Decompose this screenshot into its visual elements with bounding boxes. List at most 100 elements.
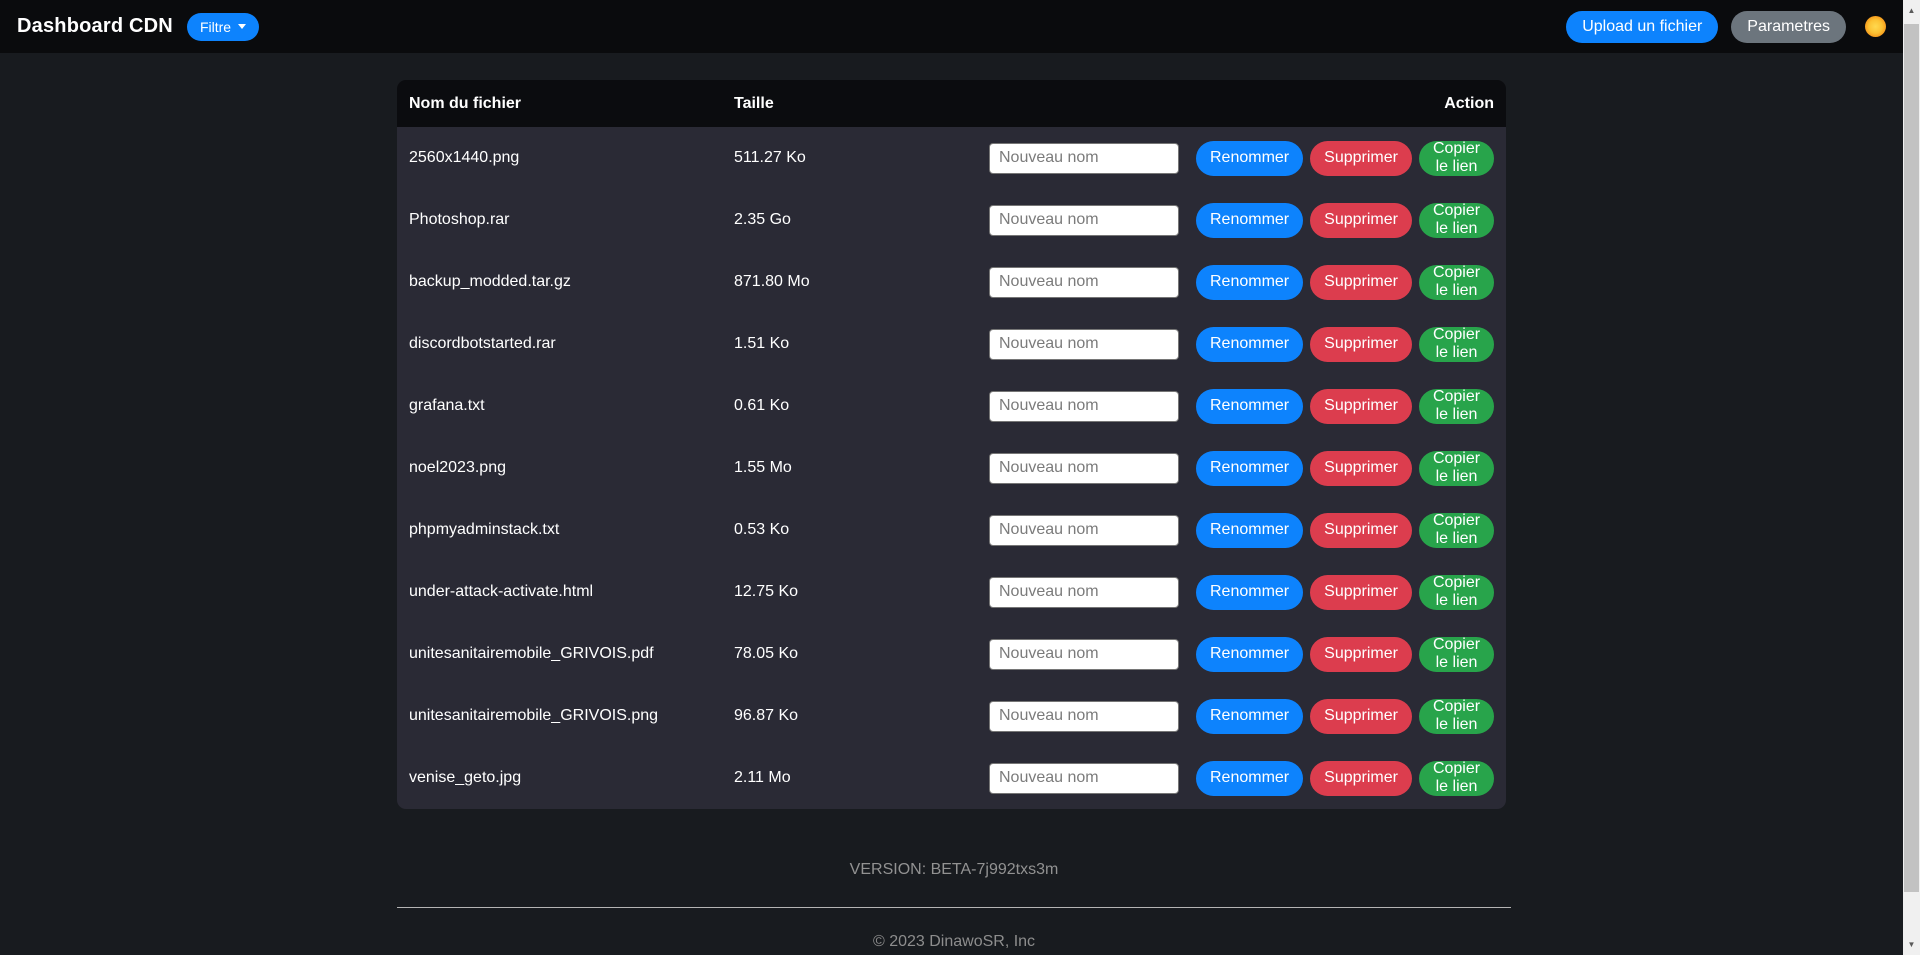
row-actions: Renommer Supprimer Copier le lien (989, 203, 1494, 238)
rename-button[interactable]: Renommer (1196, 141, 1303, 176)
file-size: 0.61 Ko (734, 397, 989, 415)
delete-button[interactable]: Supprimer (1310, 327, 1412, 362)
new-name-input[interactable] (989, 701, 1179, 732)
top-navbar: Dashboard CDN Filtre Upload un fichier P… (0, 0, 1903, 53)
table-row: unitesanitairemobile_GRIVOIS.png 96.87 K… (397, 685, 1506, 747)
file-name: noel2023.png (409, 459, 734, 477)
filter-dropdown-button[interactable]: Filtre (187, 13, 259, 41)
table-row: venise_geto.jpg 2.11 Mo Renommer Supprim… (397, 747, 1506, 809)
new-name-input[interactable] (989, 205, 1179, 236)
file-size: 78.05 Ko (734, 645, 989, 663)
file-name: grafana.txt (409, 397, 734, 415)
new-name-input[interactable] (989, 391, 1179, 422)
column-header-action: Action (989, 95, 1494, 113)
new-name-input[interactable] (989, 329, 1179, 360)
rename-button[interactable]: Renommer (1196, 327, 1303, 362)
table-row: unitesanitairemobile_GRIVOIS.pdf 78.05 K… (397, 623, 1506, 685)
delete-button[interactable]: Supprimer (1310, 451, 1412, 486)
table-row: noel2023.png 1.55 Mo Renommer Supprimer … (397, 437, 1506, 499)
chevron-down-icon (238, 24, 246, 29)
column-header-name: Nom du fichier (409, 95, 734, 113)
rename-button[interactable]: Renommer (1196, 203, 1303, 238)
table-row: discordbotstarted.rar 1.51 Ko Renommer S… (397, 313, 1506, 375)
table-row: 2560x1440.png 511.27 Ko Renommer Supprim… (397, 127, 1506, 189)
new-name-input[interactable] (989, 267, 1179, 298)
upload-file-button[interactable]: Upload un fichier (1566, 11, 1718, 43)
copy-link-button[interactable]: Copier le lien (1419, 451, 1494, 486)
delete-button[interactable]: Supprimer (1310, 761, 1412, 796)
row-actions: Renommer Supprimer Copier le lien (989, 513, 1494, 548)
page: Dashboard CDN Filtre Upload un fichier P… (0, 0, 1903, 955)
rename-button[interactable]: Renommer (1196, 265, 1303, 300)
row-actions: Renommer Supprimer Copier le lien (989, 389, 1494, 424)
rename-button[interactable]: Renommer (1196, 451, 1303, 486)
copy-link-button[interactable]: Copier le lien (1419, 389, 1494, 424)
file-size: 2.11 Mo (734, 769, 989, 787)
file-name: Photoshop.rar (409, 211, 734, 229)
main-content: Nom du fichier Taille Action 2560x1440.p… (397, 80, 1506, 951)
scrollbar-up-arrow-icon[interactable]: ▲ (1903, 2, 1920, 19)
new-name-input[interactable] (989, 143, 1179, 174)
file-size: 871.80 Mo (734, 273, 989, 291)
vertical-scrollbar[interactable]: ▲ ▼ (1903, 0, 1920, 955)
settings-button[interactable]: Parametres (1731, 11, 1846, 43)
row-actions: Renommer Supprimer Copier le lien (989, 451, 1494, 486)
navbar-actions: Upload un fichier Parametres (1566, 11, 1886, 43)
rename-button[interactable]: Renommer (1196, 761, 1303, 796)
file-name: venise_geto.jpg (409, 769, 734, 787)
column-header-size: Taille (734, 95, 989, 113)
rename-button[interactable]: Renommer (1196, 575, 1303, 610)
file-size: 12.75 Ko (734, 583, 989, 601)
page-footer: VERSION: BETA-7j992txs3m © 2023 DinawoSR… (397, 861, 1511, 951)
delete-button[interactable]: Supprimer (1310, 575, 1412, 610)
table-row: phpmyadminstack.txt 0.53 Ko Renommer Sup… (397, 499, 1506, 561)
copy-link-button[interactable]: Copier le lien (1419, 513, 1494, 548)
file-table: Nom du fichier Taille Action 2560x1440.p… (397, 80, 1506, 809)
copy-link-button[interactable]: Copier le lien (1419, 327, 1494, 362)
copy-link-button[interactable]: Copier le lien (1419, 203, 1494, 238)
table-row: backup_modded.tar.gz 871.80 Mo Renommer … (397, 251, 1506, 313)
rename-button[interactable]: Renommer (1196, 513, 1303, 548)
delete-button[interactable]: Supprimer (1310, 141, 1412, 176)
copy-link-button[interactable]: Copier le lien (1419, 265, 1494, 300)
scrollbar-down-arrow-icon[interactable]: ▼ (1903, 936, 1920, 953)
delete-button[interactable]: Supprimer (1310, 389, 1412, 424)
row-actions: Renommer Supprimer Copier le lien (989, 637, 1494, 672)
rename-button[interactable]: Renommer (1196, 699, 1303, 734)
copy-link-button[interactable]: Copier le lien (1419, 575, 1494, 610)
new-name-input[interactable] (989, 639, 1179, 670)
file-name: unitesanitairemobile_GRIVOIS.png (409, 707, 734, 725)
row-actions: Renommer Supprimer Copier le lien (989, 575, 1494, 610)
delete-button[interactable]: Supprimer (1310, 513, 1412, 548)
sun-icon[interactable] (1865, 16, 1886, 37)
file-size: 2.35 Go (734, 211, 989, 229)
table-row: under-attack-activate.html 12.75 Ko Reno… (397, 561, 1506, 623)
new-name-input[interactable] (989, 453, 1179, 484)
delete-button[interactable]: Supprimer (1310, 265, 1412, 300)
rename-button[interactable]: Renommer (1196, 389, 1303, 424)
delete-button[interactable]: Supprimer (1310, 203, 1412, 238)
table-body: 2560x1440.png 511.27 Ko Renommer Supprim… (397, 127, 1506, 809)
copy-link-button[interactable]: Copier le lien (1419, 637, 1494, 672)
copy-link-button[interactable]: Copier le lien (1419, 141, 1494, 176)
file-size: 511.27 Ko (734, 149, 989, 167)
file-size: 1.51 Ko (734, 335, 989, 353)
new-name-input[interactable] (989, 577, 1179, 608)
file-size: 96.87 Ko (734, 707, 989, 725)
table-header-row: Nom du fichier Taille Action (397, 80, 1506, 127)
row-actions: Renommer Supprimer Copier le lien (989, 699, 1494, 734)
scrollbar-thumb[interactable] (1904, 24, 1919, 892)
file-name: phpmyadminstack.txt (409, 521, 734, 539)
copy-link-button[interactable]: Copier le lien (1419, 699, 1494, 734)
delete-button[interactable]: Supprimer (1310, 699, 1412, 734)
new-name-input[interactable] (989, 515, 1179, 546)
new-name-input[interactable] (989, 763, 1179, 794)
row-actions: Renommer Supprimer Copier le lien (989, 141, 1494, 176)
rename-button[interactable]: Renommer (1196, 637, 1303, 672)
file-name: backup_modded.tar.gz (409, 273, 734, 291)
table-row: grafana.txt 0.61 Ko Renommer Supprimer C… (397, 375, 1506, 437)
app-title: Dashboard CDN (17, 15, 173, 38)
copy-link-button[interactable]: Copier le lien (1419, 761, 1494, 796)
file-size: 0.53 Ko (734, 521, 989, 539)
delete-button[interactable]: Supprimer (1310, 637, 1412, 672)
